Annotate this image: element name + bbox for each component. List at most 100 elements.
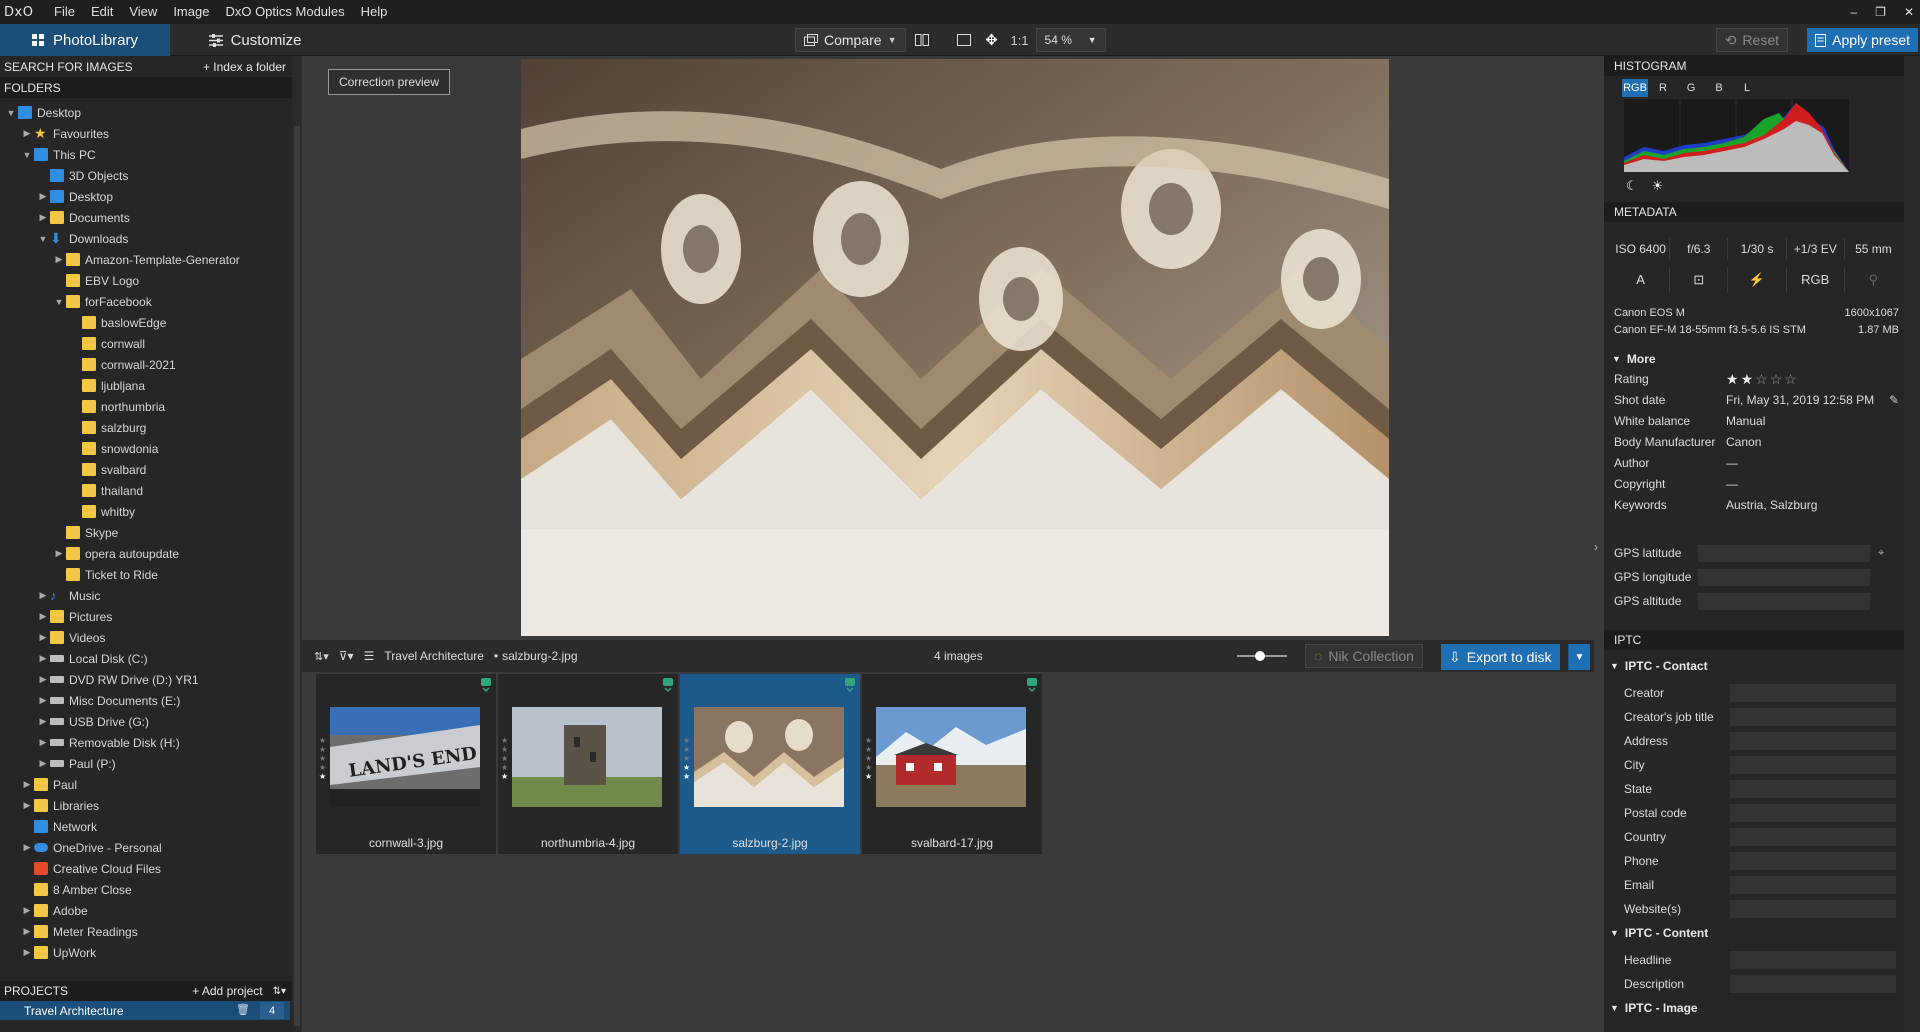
expand-right-icon[interactable]: ▶	[36, 737, 50, 748]
sort-icon[interactable]: ⇅▾	[314, 650, 329, 663]
folder-tree-item[interactable]: Skype	[0, 522, 290, 543]
expand-right-icon[interactable]: ▶	[20, 926, 34, 937]
expand-right-icon[interactable]: ▶	[36, 590, 50, 601]
tab-rgb[interactable]: RGB	[1622, 79, 1648, 97]
folder-tree-item[interactable]: ▶ opera autoupdate	[0, 543, 290, 564]
menu-optics-modules[interactable]: DxO Optics Modules	[217, 0, 352, 24]
ratio-button[interactable]: 1:1	[1008, 28, 1032, 52]
expand-right-icon[interactable]: ▶	[36, 674, 50, 685]
apply-preset-button[interactable]: Apply preset	[1807, 28, 1918, 52]
expand-down-icon[interactable]: ▼	[52, 297, 66, 307]
folder-tree-item[interactable]: ▶ Videos	[0, 627, 290, 648]
left-scrollbar[interactable]	[292, 56, 302, 1032]
left-scrollbar-thumb[interactable]	[294, 126, 300, 1026]
iptc-field-input[interactable]	[1730, 756, 1896, 774]
menu-help[interactable]: Help	[353, 0, 396, 24]
folder-tree-item[interactable]: whitby	[0, 501, 290, 522]
thumbnail-rating[interactable]: ★ ★ ★ ★ ★	[683, 736, 693, 781]
zoom-select[interactable]: 54 % ▼	[1035, 28, 1106, 52]
folder-tree-item[interactable]: ▼ forFacebook	[0, 291, 290, 312]
folder-tree-item[interactable]: thailand	[0, 480, 290, 501]
expand-right-icon[interactable]: ▶	[20, 779, 34, 790]
sun-icon[interactable]: ☀	[1652, 178, 1664, 194]
iptc-field-input[interactable]	[1730, 684, 1896, 702]
star-icon[interactable]: ★	[1741, 371, 1754, 387]
iptc-field-input[interactable]	[1730, 951, 1896, 969]
folder-tree-item[interactable]: ▶ Pictures	[0, 606, 290, 627]
expand-right-icon[interactable]: ▶	[36, 212, 50, 223]
folder-tree-item[interactable]: 3D Objects	[0, 165, 290, 186]
more-toggle[interactable]: ▼ More	[1612, 352, 1656, 366]
slider-knob[interactable]	[1255, 651, 1265, 661]
folder-tree-item[interactable]: EBV Logo	[0, 270, 290, 291]
tab-photolibrary[interactable]: PhotoLibrary	[0, 24, 170, 56]
folder-tree-item[interactable]: ▶ Adobe	[0, 900, 290, 921]
iptc-field-input[interactable]	[1730, 852, 1896, 870]
expand-right-icon[interactable]: ▶	[36, 695, 50, 706]
iptc-field-input[interactable]	[1730, 900, 1896, 918]
folder-tree-item[interactable]: snowdonia	[0, 438, 290, 459]
rating-stars[interactable]: ★ ★ ☆ ☆ ☆	[1726, 371, 1899, 388]
expand-right-icon[interactable]: ▶	[36, 653, 50, 664]
correction-preview-button[interactable]: Correction preview	[328, 69, 450, 95]
thumbnail-rating[interactable]: ★ ★ ★ ★ ★	[319, 736, 329, 781]
thumbnail-rating[interactable]: ★ ★ ★ ★ ★	[501, 736, 511, 781]
folder-tree-item[interactable]: ▶ Documents	[0, 207, 290, 228]
expand-right-icon[interactable]: ▶	[52, 254, 66, 265]
folder-tree-item[interactable]: Network	[0, 816, 290, 837]
folder-tree-item[interactable]: ▶ DVD RW Drive (D:) YR1	[0, 669, 290, 690]
expand-down-icon[interactable]: ▼	[20, 150, 34, 160]
right-scrollbar[interactable]	[1904, 56, 1920, 1032]
filter-icon[interactable]: ⊽▾	[339, 649, 354, 663]
folder-tree-item[interactable]: Creative Cloud Files	[0, 858, 290, 879]
compare-button[interactable]: Compare ▼	[795, 28, 906, 52]
metadata-header[interactable]: METADATA	[1604, 202, 1904, 222]
iptc-content-toggle[interactable]: ▼ IPTC - Content	[1610, 926, 1708, 940]
iptc-field-input[interactable]	[1730, 780, 1896, 798]
folder-tree-item[interactable]: ▶ ★ Favourites	[0, 123, 290, 144]
folder-tree-item[interactable]: ▼ ⬇ Downloads	[0, 228, 290, 249]
restore-button[interactable]: ❐	[1875, 5, 1886, 19]
folder-tree-item[interactable]: ▶ USB Drive (G:)	[0, 711, 290, 732]
thumbnail[interactable]: ★ ★ ★ ★ ★ northumbria-4.jpg	[498, 674, 678, 854]
star-icon[interactable]: ☆	[1770, 371, 1783, 387]
expand-right-icon[interactable]: ▶	[20, 842, 34, 853]
folder-tree-item[interactable]: northumbria	[0, 396, 290, 417]
iptc-field-input[interactable]	[1730, 732, 1896, 750]
metadata-value[interactable]: Fri, May 31, 2019 12:58 PM	[1726, 393, 1889, 407]
export-to-disk-button[interactable]: ⇩ Export to disk	[1441, 644, 1560, 670]
menu-image[interactable]: Image	[165, 0, 217, 24]
menu-file[interactable]: File	[46, 0, 83, 24]
folder-tree-item[interactable]: ▶ Paul	[0, 774, 290, 795]
fit-screen-button[interactable]	[952, 28, 976, 52]
folder-tree-item[interactable]: ▶ ♪ Music	[0, 585, 290, 606]
sort-icon[interactable]: ⇅▾	[273, 986, 286, 997]
folder-tree-item[interactable]: ▶ Paul (P:)	[0, 753, 290, 774]
folder-tree-item[interactable]: cornwall	[0, 333, 290, 354]
nik-collection-button[interactable]: ◌ Nik Collection	[1305, 644, 1423, 668]
expand-right-icon[interactable]: ▶	[36, 611, 50, 622]
gps-latitude-field[interactable]	[1698, 544, 1870, 562]
folder-tree-item[interactable]: ▶ Misc Documents (E:)	[0, 690, 290, 711]
star-icon[interactable]: ☆	[1755, 371, 1768, 387]
expand-down-icon[interactable]: ▼	[4, 108, 18, 118]
folder-tree-item[interactable]: ▶ OneDrive - Personal	[0, 837, 290, 858]
main-image[interactable]	[521, 59, 1389, 636]
metadata-value[interactable]: —	[1726, 477, 1899, 491]
metadata-value[interactable]: —	[1726, 456, 1899, 470]
search-label[interactable]: SEARCH FOR IMAGES	[4, 60, 133, 74]
gps-longitude-field[interactable]	[1698, 568, 1870, 586]
project-item[interactable]: Travel Architecture 🗑 4	[0, 1001, 290, 1020]
iptc-contact-toggle[interactable]: ▼ IPTC - Contact	[1610, 659, 1708, 673]
folder-tree-item[interactable]: 8 Amber Close	[0, 879, 290, 900]
tab-luminance[interactable]: L	[1734, 79, 1760, 97]
tab-red[interactable]: R	[1650, 79, 1676, 97]
thumbnail-size-slider[interactable]	[1237, 651, 1287, 661]
add-project-button[interactable]: + Add project	[192, 984, 262, 998]
split-view-button[interactable]	[910, 28, 934, 52]
star-icon[interactable]: ★	[1726, 371, 1739, 387]
expand-right-icon[interactable]: ▶	[36, 716, 50, 727]
expand-right-icon[interactable]: ▶	[36, 191, 50, 202]
folder-tree-item[interactable]: ▶ Removable Disk (H:)	[0, 732, 290, 753]
tab-green[interactable]: G	[1678, 79, 1704, 97]
